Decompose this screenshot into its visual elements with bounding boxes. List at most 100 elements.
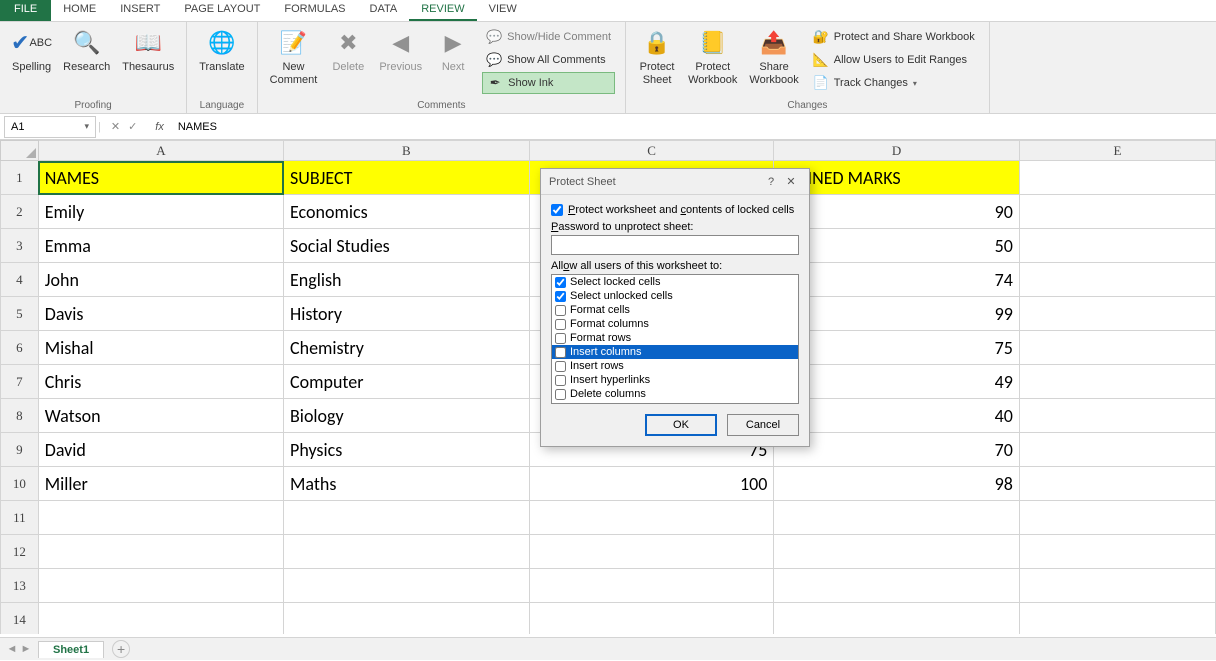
cell[interactable] xyxy=(38,603,283,635)
cell[interactable] xyxy=(1019,263,1215,297)
show-hide-comment-button[interactable]: 💬 Show/Hide Comment xyxy=(482,26,615,48)
cell[interactable]: 75 xyxy=(774,331,1019,365)
cell[interactable] xyxy=(1019,331,1215,365)
protect-workbook-button[interactable]: 📒 Protect Workbook xyxy=(682,24,743,96)
cell[interactable]: Computer xyxy=(284,365,530,399)
permission-checkbox[interactable] xyxy=(555,361,566,372)
cell[interactable]: Watson xyxy=(38,399,283,433)
protect-checkbox[interactable] xyxy=(551,204,563,216)
row-header[interactable]: 14 xyxy=(1,603,39,635)
row-header[interactable]: 6 xyxy=(1,331,39,365)
permission-checkbox[interactable] xyxy=(555,305,566,316)
cell[interactable]: Chemistry xyxy=(284,331,530,365)
cell[interactable]: 74 xyxy=(774,263,1019,297)
permission-checkbox[interactable] xyxy=(555,277,566,288)
cell[interactable] xyxy=(529,501,774,535)
cell[interactable]: 98 xyxy=(774,467,1019,501)
cell[interactable]: Mishal xyxy=(38,331,283,365)
cell[interactable]: Social Studies xyxy=(284,229,530,263)
column-header[interactable]: A xyxy=(38,141,283,161)
cell[interactable]: Physics xyxy=(284,433,530,467)
cell[interactable] xyxy=(1019,195,1215,229)
column-header[interactable]: E xyxy=(1019,141,1215,161)
show-all-comments-button[interactable]: 💬 Show All Comments xyxy=(482,49,615,71)
cell[interactable]: David xyxy=(38,433,283,467)
permission-item[interactable]: Format columns xyxy=(552,317,798,331)
next-comment-button[interactable]: ▶ Next xyxy=(428,24,478,96)
permission-item[interactable]: Insert rows xyxy=(552,359,798,373)
permission-item[interactable]: Format rows xyxy=(552,331,798,345)
delete-comment-button[interactable]: ✖ Delete xyxy=(323,24,373,96)
permission-checkbox[interactable] xyxy=(555,347,566,358)
cell[interactable] xyxy=(284,501,530,535)
tab-home[interactable]: HOME xyxy=(51,0,108,21)
column-header[interactable]: D xyxy=(774,141,1019,161)
next-sheet-icon[interactable]: ► xyxy=(20,643,32,655)
permissions-list[interactable]: Select locked cellsSelect unlocked cells… xyxy=(551,274,799,404)
cell[interactable] xyxy=(38,535,283,569)
permission-item[interactable]: Format cells xyxy=(552,303,798,317)
protect-and-share-button[interactable]: 🔐 Protect and Share Workbook xyxy=(809,26,979,48)
thesaurus-button[interactable]: 📖 Thesaurus xyxy=(116,24,180,96)
show-ink-button[interactable]: ✒ Show Ink xyxy=(482,72,615,94)
cell[interactable]: SUBJECT xyxy=(284,161,530,195)
research-button[interactable]: 🔍 Research xyxy=(57,24,116,96)
permission-item[interactable]: Delete columns xyxy=(552,387,798,401)
new-comment-button[interactable]: 📝 New Comment xyxy=(264,24,324,96)
column-header[interactable]: B xyxy=(284,141,530,161)
row-header[interactable]: 3 xyxy=(1,229,39,263)
permission-item[interactable]: Insert hyperlinks xyxy=(552,373,798,387)
tab-review[interactable]: REVIEW xyxy=(409,0,476,21)
close-icon[interactable]: ✕ xyxy=(781,175,801,188)
cell[interactable]: 40 xyxy=(774,399,1019,433)
cell[interactable] xyxy=(38,569,283,603)
row-header[interactable]: 4 xyxy=(1,263,39,297)
cell[interactable]: Emma xyxy=(38,229,283,263)
cell[interactable]: 99 xyxy=(774,297,1019,331)
translate-button[interactable]: 🌐 Translate xyxy=(193,24,250,96)
cancel-formula-icon[interactable]: ✕ xyxy=(111,120,120,133)
prev-sheet-icon[interactable]: ◄ xyxy=(6,643,18,655)
cell[interactable]: Economics xyxy=(284,195,530,229)
row-header[interactable]: 11 xyxy=(1,501,39,535)
cell[interactable]: 70 xyxy=(774,433,1019,467)
cell[interactable] xyxy=(1019,161,1215,195)
cell[interactable] xyxy=(1019,365,1215,399)
cell[interactable] xyxy=(1019,229,1215,263)
cell[interactable]: 50 xyxy=(774,229,1019,263)
fx-icon[interactable]: fx xyxy=(147,121,172,133)
sheet-tab[interactable]: Sheet1 xyxy=(38,641,104,658)
cell[interactable] xyxy=(1019,467,1215,501)
cell[interactable]: John xyxy=(38,263,283,297)
permission-checkbox[interactable] xyxy=(555,333,566,344)
cell[interactable] xyxy=(529,535,774,569)
cell[interactable] xyxy=(284,535,530,569)
cell[interactable] xyxy=(1019,603,1215,635)
row-header[interactable]: 8 xyxy=(1,399,39,433)
permission-checkbox[interactable] xyxy=(555,403,566,405)
cell[interactable] xyxy=(1019,569,1215,603)
help-icon[interactable]: ? xyxy=(761,176,781,188)
cell[interactable]: Davis xyxy=(38,297,283,331)
cell[interactable] xyxy=(529,569,774,603)
permission-item[interactable]: Select unlocked cells xyxy=(552,289,798,303)
row-header[interactable]: 12 xyxy=(1,535,39,569)
track-changes-button[interactable]: 📄 Track Changes ▾ xyxy=(809,72,979,94)
cell[interactable]: BTAINED MARKS xyxy=(774,161,1019,195)
cell[interactable] xyxy=(774,569,1019,603)
permission-checkbox[interactable] xyxy=(555,389,566,400)
tab-view[interactable]: VIEW xyxy=(477,0,529,21)
cell[interactable]: Maths xyxy=(284,467,530,501)
accept-formula-icon[interactable]: ✓ xyxy=(128,120,137,133)
cell[interactable] xyxy=(529,603,774,635)
protect-sheet-button[interactable]: 🔒 Protect Sheet xyxy=(632,24,682,96)
cell[interactable] xyxy=(38,501,283,535)
row-header[interactable]: 2 xyxy=(1,195,39,229)
cell[interactable] xyxy=(284,569,530,603)
tab-insert[interactable]: INSERT xyxy=(108,0,172,21)
spelling-button[interactable]: ✔ABC Spelling xyxy=(6,24,57,96)
row-header[interactable]: 13 xyxy=(1,569,39,603)
tab-file[interactable]: FILE xyxy=(0,0,51,21)
permission-checkbox[interactable] xyxy=(555,375,566,386)
permission-item[interactable]: Insert columns xyxy=(552,345,798,359)
